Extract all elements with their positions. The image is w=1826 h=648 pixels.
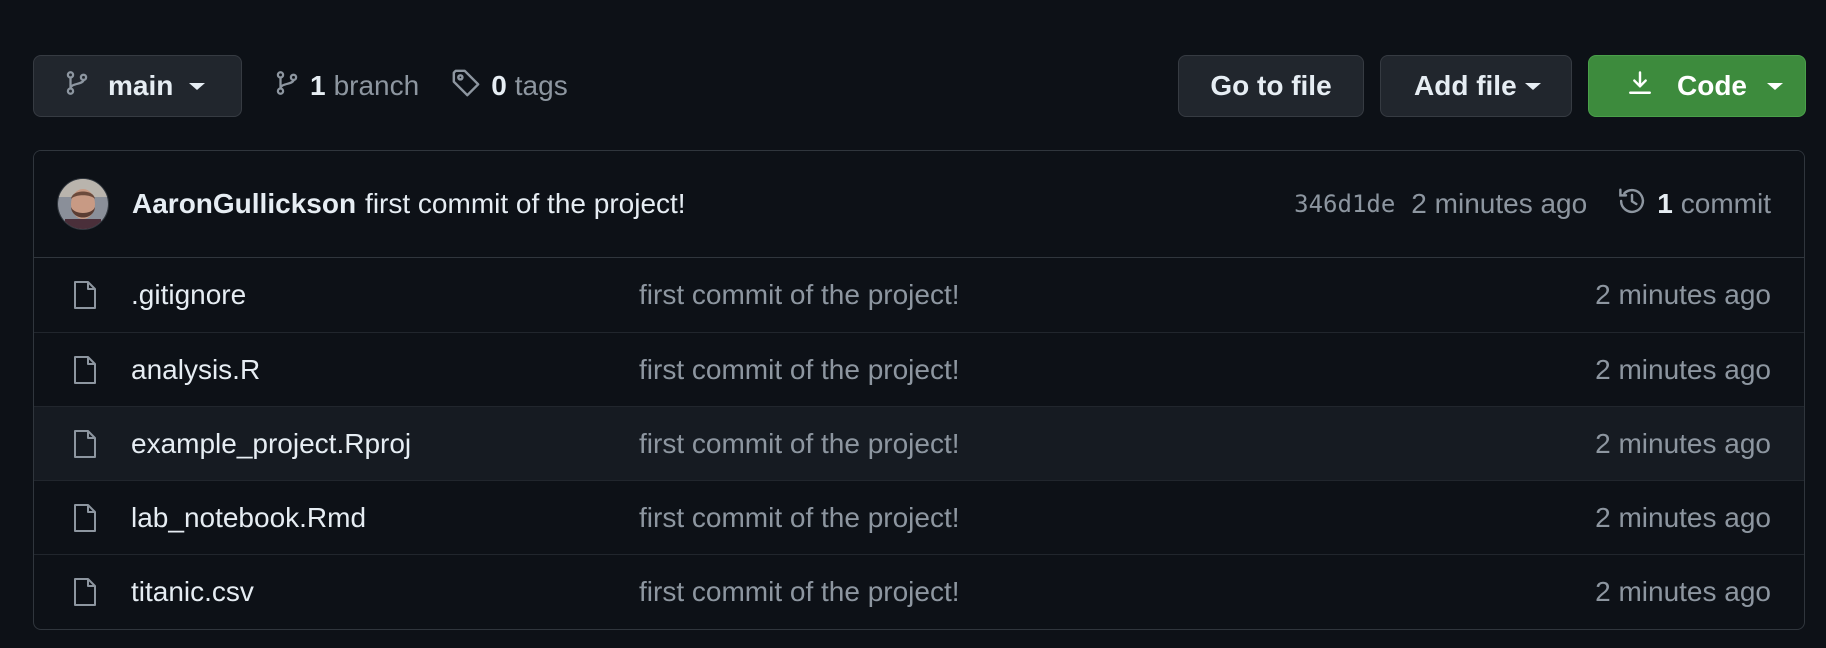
tags-link[interactable]: 0 tags	[451, 68, 568, 105]
tags-count: 0	[491, 70, 507, 101]
commit-count: 1	[1657, 188, 1673, 219]
table-row[interactable]: analysis.R first commit of the project! …	[34, 332, 1804, 406]
code-label: Code	[1677, 70, 1747, 101]
latest-commit-bar: AaronGullickson first commit of the proj…	[34, 151, 1804, 258]
file-time: 2 minutes ago	[1595, 353, 1771, 385]
file-table: AaronGullickson first commit of the proj…	[33, 150, 1805, 630]
branches-label: branch	[333, 70, 420, 101]
file-time: 2 minutes ago	[1595, 575, 1771, 607]
go-to-file-label: Go to file	[1210, 70, 1332, 101]
branch-name: main	[108, 70, 174, 101]
table-row[interactable]: example_project.Rproj first commit of th…	[34, 406, 1804, 480]
repo-toolbar: main 1 branch 0 tags Go to file Add file…	[33, 54, 1806, 118]
table-row[interactable]: lab_notebook.Rmd first commit of the pro…	[34, 480, 1804, 554]
repo-file-browser: main 1 branch 0 tags Go to file Add file…	[0, 0, 1826, 648]
table-row[interactable]: titanic.csv first commit of the project!…	[34, 554, 1804, 628]
commit-message[interactable]: first commit of the project!	[365, 188, 686, 220]
file-name[interactable]: analysis.R	[131, 354, 639, 386]
file-commit-message[interactable]: first commit of the project!	[639, 279, 960, 311]
file-commit-message[interactable]: first commit of the project!	[639, 354, 960, 386]
add-file-button[interactable]: Add file	[1380, 55, 1572, 117]
file-list: .gitignore first commit of the project! …	[34, 258, 1804, 628]
file-commit-message[interactable]: first commit of the project!	[639, 576, 960, 608]
commit-author[interactable]: AaronGullickson	[132, 188, 356, 220]
tags-label: tags	[514, 70, 568, 101]
commit-time: 2 minutes ago	[1411, 188, 1588, 219]
file-time: 2 minutes ago	[1595, 279, 1771, 310]
file-commit-message[interactable]: first commit of the project!	[639, 428, 960, 460]
commit-sha[interactable]: 346d1de	[1294, 190, 1395, 218]
go-to-file-button[interactable]: Go to file	[1178, 55, 1364, 117]
file-icon	[70, 503, 100, 533]
table-row[interactable]: .gitignore first commit of the project! …	[34, 258, 1804, 332]
branch-select-button[interactable]: main	[33, 55, 242, 117]
file-name[interactable]: .gitignore	[131, 279, 639, 311]
code-button[interactable]: Code	[1588, 55, 1806, 117]
file-time: 2 minutes ago	[1595, 427, 1771, 459]
file-name[interactable]: titanic.csv	[131, 576, 639, 608]
file-icon	[70, 280, 100, 310]
avatar[interactable]	[57, 178, 109, 230]
tag-icon	[451, 68, 481, 105]
add-file-label: Add file	[1414, 70, 1517, 101]
file-commit-message[interactable]: first commit of the project!	[639, 502, 960, 534]
file-name[interactable]: example_project.Rproj	[131, 428, 639, 460]
history-icon	[1617, 186, 1647, 223]
file-icon	[70, 577, 100, 607]
file-name[interactable]: lab_notebook.Rmd	[131, 502, 639, 534]
git-branch-icon	[64, 68, 90, 105]
commit-history-link[interactable]: 1 commit	[1617, 186, 1771, 223]
chevron-down-icon	[1524, 82, 1541, 90]
chevron-down-icon	[189, 82, 206, 90]
file-icon	[70, 355, 100, 385]
branches-link[interactable]: 1 branch	[274, 68, 419, 105]
chevron-down-icon	[1767, 82, 1783, 90]
branches-count: 1	[310, 70, 326, 101]
git-branch-icon	[274, 68, 300, 105]
download-icon	[1627, 69, 1653, 104]
commit-count-label: commit	[1680, 188, 1771, 219]
file-icon	[70, 429, 100, 459]
file-time: 2 minutes ago	[1595, 501, 1771, 533]
